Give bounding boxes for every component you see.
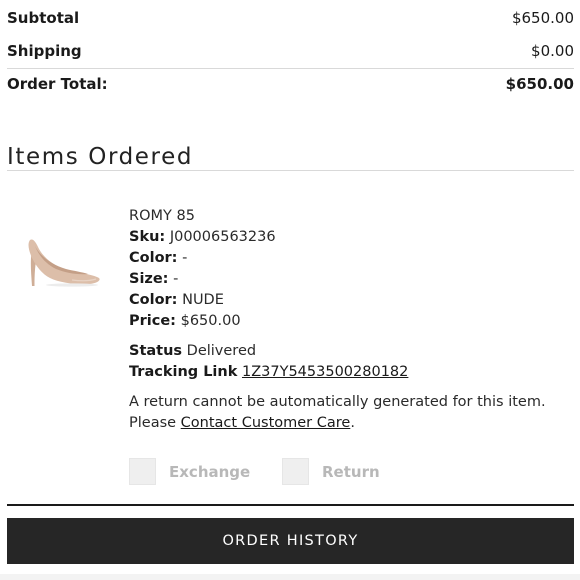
sku-line: Sku: J00006563236 <box>129 227 549 248</box>
color-line: Color: - <box>129 248 549 269</box>
tracking-label: Tracking Link <box>129 364 238 380</box>
size-label: Size: <box>129 271 169 287</box>
exchange-option[interactable]: Exchange <box>129 458 250 485</box>
sku-label: Sku: <box>129 229 166 245</box>
order-total-label: Order Total: <box>7 75 108 93</box>
items-title-divider <box>7 170 574 171</box>
color-label: Color: <box>129 250 178 266</box>
color2-label: Color: <box>129 292 178 308</box>
status-label: Status <box>129 343 183 359</box>
order-history-button[interactable]: ORDER HISTORY <box>7 518 574 564</box>
item-details: ROMY 85 Sku: J00006563236 Color: - Size:… <box>129 206 549 434</box>
color-value: - <box>182 250 188 266</box>
size-value: - <box>173 271 179 287</box>
return-message: A return cannot be automatically generat… <box>129 392 549 434</box>
color2-value: NUDE <box>182 292 224 308</box>
product-image <box>28 239 100 287</box>
status-line: Status Delivered <box>129 341 549 362</box>
shipping-label: Shipping <box>7 42 82 60</box>
exchange-checkbox[interactable] <box>129 458 156 485</box>
price-value: $650.00 <box>180 313 241 329</box>
item-name: ROMY 85 <box>129 208 195 224</box>
return-message-end: . <box>350 415 355 431</box>
size-line: Size: - <box>129 269 549 290</box>
tracking-line: Tracking Link 1Z37Y5453500280182 <box>129 362 549 383</box>
order-total-row: Order Total: $650.00 <box>7 75 574 93</box>
subtotal-row: Subtotal $650.00 <box>7 9 574 27</box>
status-value: Delivered <box>186 343 257 359</box>
summary-divider <box>7 68 574 69</box>
items-ordered-title: Items Ordered <box>7 144 194 170</box>
subtotal-value: $650.00 <box>511 9 574 27</box>
shipping-value: $0.00 <box>531 42 574 60</box>
color2-line: Color: NUDE <box>129 290 549 311</box>
subtotal-label: Subtotal <box>7 9 80 27</box>
bottom-strip <box>0 574 580 580</box>
return-checkbox[interactable] <box>282 458 309 485</box>
shipping-row: Shipping $0.00 <box>7 42 574 60</box>
sku-value: J00006563236 <box>169 229 276 245</box>
exchange-label: Exchange <box>169 462 251 481</box>
price-label: Price: <box>129 313 176 329</box>
return-option[interactable]: Return <box>282 458 380 485</box>
return-label: Return <box>322 462 380 481</box>
tracking-link[interactable]: 1Z37Y5453500280182 <box>242 364 408 380</box>
price-line: Price: $650.00 <box>129 311 549 332</box>
footer-divider <box>7 504 574 506</box>
order-total-value: $650.00 <box>505 75 574 93</box>
contact-customer-care-link[interactable]: Contact Customer Care <box>181 415 351 431</box>
